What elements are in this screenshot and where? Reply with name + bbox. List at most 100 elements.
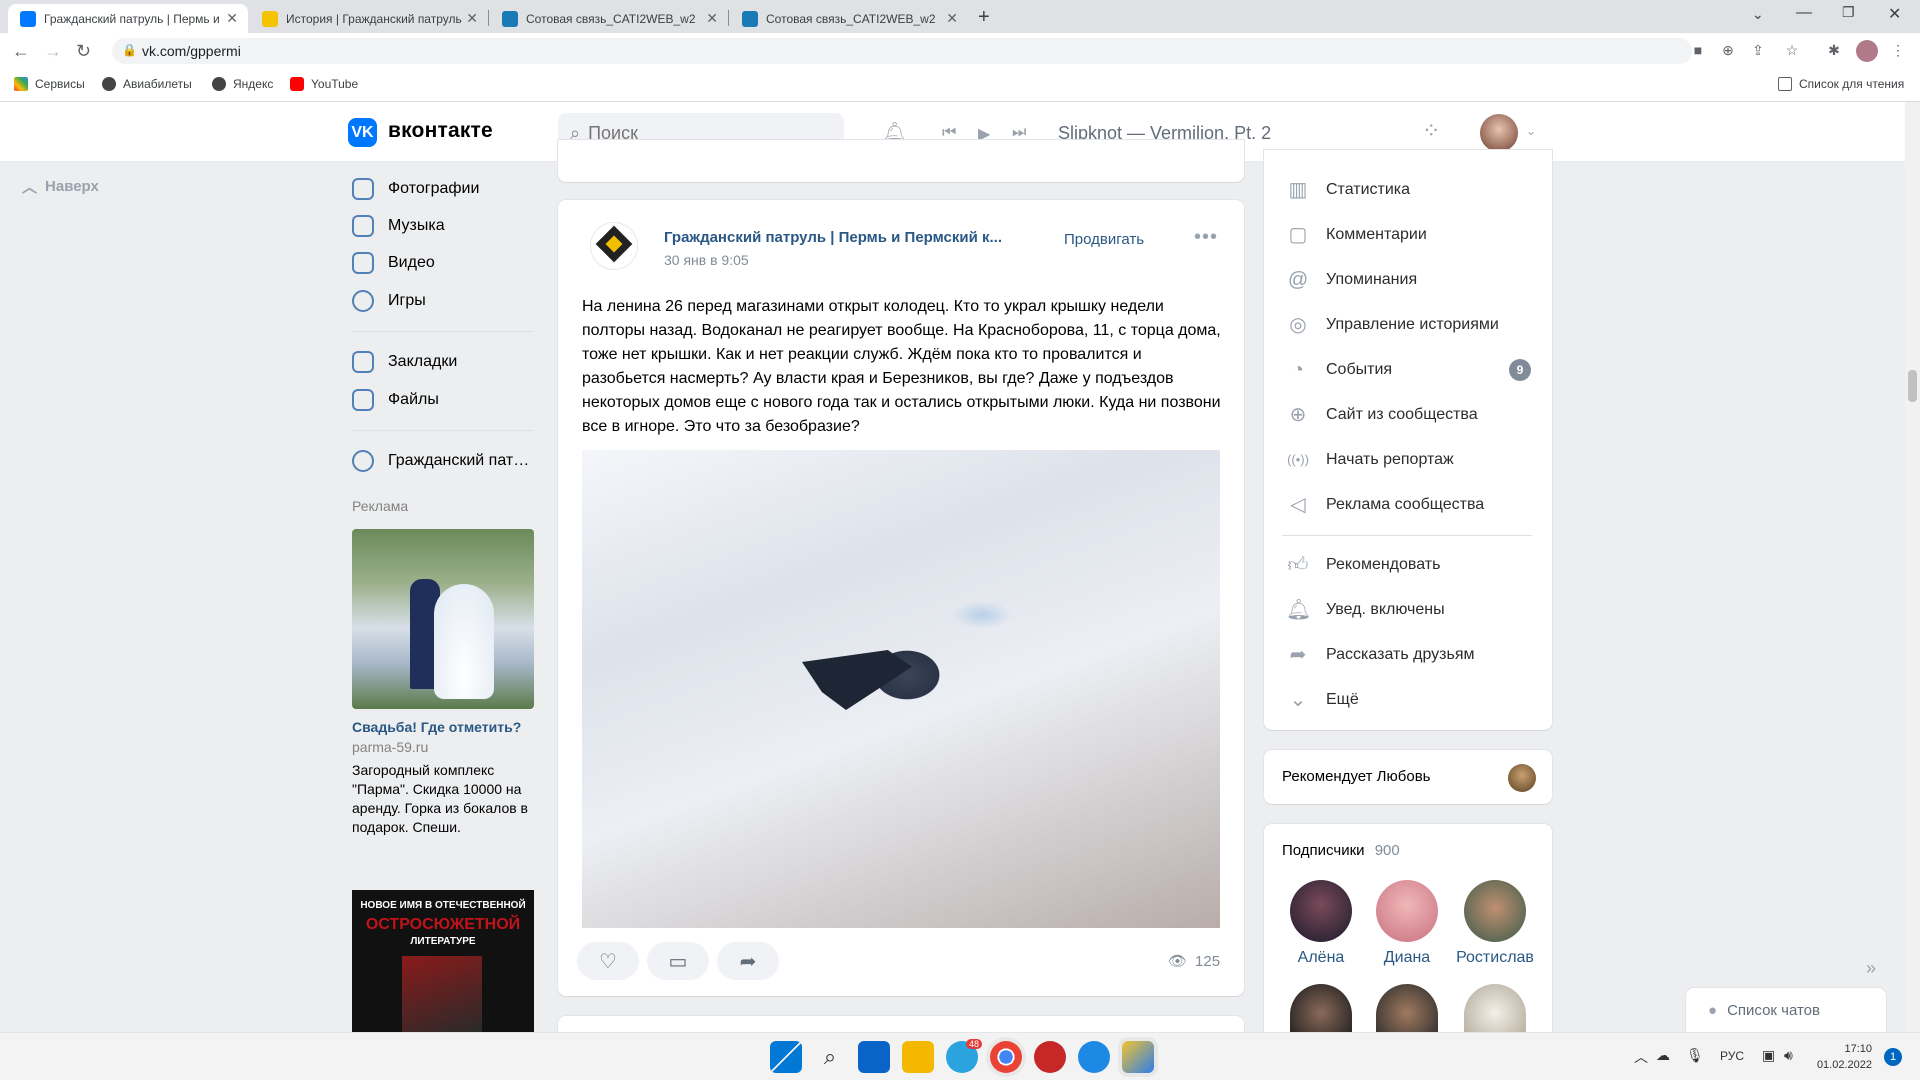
volume-icon[interactable]: 🔊︎	[1784, 1047, 1793, 1064]
recommender-avatar[interactable]	[1508, 764, 1536, 792]
menu-live[interactable]: ((•)) Начать репортаж	[1286, 448, 1454, 472]
subscriber-avatar[interactable]	[1464, 880, 1526, 942]
ad-title-link[interactable]: Свадьба! Где отметить?	[352, 719, 521, 735]
globe-icon	[212, 77, 226, 91]
menu-events[interactable]: ◔ События	[1286, 358, 1392, 382]
menu-mentions[interactable]: @ Упоминания	[1286, 268, 1417, 292]
subscriber-name[interactable]: Диана	[1367, 949, 1447, 967]
expand-chats-icon[interactable]: »	[1866, 958, 1876, 979]
bookmark-yandex[interactable]: Яндекс	[212, 77, 273, 91]
tab-vk-group[interactable]: Гражданский патруль | Пермь и ✕	[8, 4, 248, 33]
reload-button[interactable]: ↻	[76, 41, 91, 62]
extensions-icon[interactable]: ✱	[1826, 42, 1842, 58]
search-icon[interactable]: ⌕	[814, 1041, 846, 1073]
promote-button[interactable]: Продвигать	[1064, 231, 1144, 248]
like-button[interactable]: ♡	[577, 942, 639, 980]
back-button[interactable]: ←	[12, 41, 30, 62]
window-close-button[interactable]: ✕	[1888, 4, 1901, 24]
menu-dots-icon[interactable]: ⋮	[1890, 42, 1906, 58]
bookmark-services[interactable]: Сервисы	[14, 77, 85, 91]
zoom-icon[interactable]: ⊕	[1720, 42, 1736, 58]
comment-button[interactable]: ▭	[647, 942, 709, 980]
close-icon[interactable]: ✕	[466, 10, 478, 27]
minimize-button[interactable]: —	[1796, 4, 1812, 22]
chrome-icon[interactable]	[990, 1041, 1022, 1073]
more-options-icon[interactable]: •••	[1194, 226, 1218, 249]
ad-book-image[interactable]: НОВОЕ ИМЯ В ОТЕЧЕСТВЕННОЙ ОСТРОСЮЖЕТНОЙ …	[352, 890, 534, 1032]
group-avatar[interactable]	[590, 222, 638, 270]
share-page-icon[interactable]: ⇪	[1750, 42, 1766, 58]
file-explorer-icon[interactable]	[902, 1041, 934, 1073]
open-manhole	[802, 650, 912, 710]
bookmark-flights[interactable]: Авиабилеты	[102, 77, 192, 91]
address-bar[interactable]: 🔒 vk.com/gppermi	[112, 38, 1692, 64]
post-author-link[interactable]: Гражданский патруль | Пермь и Пермский к…	[664, 229, 1002, 246]
recommends-text[interactable]: Рекомендует Любовь	[1282, 768, 1430, 785]
chats-list-button[interactable]: ● Список чатов	[1686, 988, 1886, 1032]
app-icon[interactable]	[1034, 1041, 1066, 1073]
bookmark-youtube[interactable]: YouTube	[290, 77, 358, 91]
close-icon[interactable]: ✕	[946, 10, 958, 27]
menu-group[interactable]: Гражданский пат…	[352, 446, 529, 476]
page-scrollbar[interactable]	[1905, 102, 1920, 1032]
post-photo[interactable]	[582, 450, 1220, 928]
start-icon[interactable]	[770, 1041, 802, 1073]
microphone-icon[interactable]: 🎙︎	[1686, 1047, 1704, 1064]
tab-search-icon[interactable]: ⌄	[1752, 6, 1764, 23]
apps-grid-icon[interactable]: ⁘	[1422, 118, 1440, 144]
menu-video[interactable]: Видео	[352, 248, 435, 278]
menu-ads[interactable]: ◁ Реклама сообщества	[1286, 493, 1484, 517]
chevron-down-icon[interactable]: ⌄	[1526, 124, 1536, 138]
subscriber-name[interactable]: Алёна	[1281, 949, 1361, 967]
menu-games[interactable]: Игры	[352, 286, 426, 316]
menu-site[interactable]: ⊕ Сайт из сообщества	[1286, 403, 1478, 427]
onedrive-icon[interactable]: ☁	[1656, 1047, 1670, 1064]
network-icon[interactable]: ▣	[1762, 1047, 1775, 1064]
subscriber-avatar[interactable]	[1376, 880, 1438, 942]
profile-avatar[interactable]	[1856, 40, 1878, 62]
menu-bookmarks[interactable]: Закладки	[352, 347, 457, 377]
close-icon[interactable]: ✕	[706, 10, 718, 27]
ad-domain[interactable]: parma-59.ru	[352, 739, 428, 755]
tab-survey-2[interactable]: Сотовая связь_CATI2WEB_w2 ✕	[730, 4, 968, 33]
menu-photos[interactable]: Фотографии	[352, 174, 479, 204]
subscriber-avatar[interactable]	[1290, 880, 1352, 942]
close-icon[interactable]: ✕	[226, 10, 238, 27]
skype-icon[interactable]	[1078, 1041, 1110, 1073]
ad-image[interactable]	[352, 529, 534, 709]
menu-recommend[interactable]: 👍︎ Рекомендовать	[1286, 553, 1441, 577]
share-button[interactable]: ➦	[717, 942, 779, 980]
tray-chevron-icon[interactable]: ︿	[1634, 1047, 1648, 1067]
menu-notifications[interactable]: 🔔︎ Увед. включены	[1286, 598, 1445, 622]
menu-music[interactable]: Музыка	[352, 211, 445, 241]
menu-comments[interactable]: ▢ Комментарии	[1286, 223, 1427, 247]
vk-brand-name[interactable]: вконтакте	[388, 119, 493, 143]
menu-files[interactable]: Файлы	[352, 385, 439, 415]
menu-more[interactable]: ⌄ Ещё	[1286, 688, 1359, 712]
scrollbar-thumb[interactable]	[1908, 370, 1917, 402]
mail-icon[interactable]	[858, 1041, 890, 1073]
language-indicator[interactable]: РУС	[1720, 1049, 1744, 1063]
tab-history[interactable]: История | Гражданский патруль ✕	[250, 4, 488, 33]
scroll-top-button[interactable]: ︿ Наверх	[22, 176, 99, 197]
app-icon[interactable]	[1122, 1041, 1154, 1073]
stories-icon: ◎	[1289, 314, 1307, 336]
camera-icon[interactable]: ■	[1690, 42, 1706, 58]
menu-stories[interactable]: ◎ Управление историями	[1286, 313, 1499, 337]
notification-badge[interactable]: 1	[1884, 1048, 1902, 1066]
menu-tell-friends[interactable]: ➦ Рассказать друзьям	[1286, 643, 1475, 667]
subscriber-name[interactable]: Ростислав	[1455, 949, 1535, 967]
star-icon[interactable]: ☆	[1784, 42, 1800, 58]
post-date-link[interactable]: 30 янв в 9:05	[664, 252, 749, 268]
clock[interactable]: 17:10 01.02.2022	[1812, 1041, 1872, 1073]
subscribers-header[interactable]: Подписчики 900	[1282, 842, 1400, 859]
vk-logo-icon[interactable]: VK	[348, 118, 377, 147]
stats-icon: ▥	[1288, 179, 1308, 201]
new-tab-button[interactable]: +	[978, 6, 990, 29]
maximize-button[interactable]: ❐	[1842, 4, 1855, 21]
tab-survey-1[interactable]: Сотовая связь_CATI2WEB_w2 ✕	[490, 4, 728, 33]
reading-list-button[interactable]: Список для чтения	[1778, 77, 1904, 91]
menu-statistics[interactable]: ▥ Статистика	[1286, 178, 1410, 202]
user-avatar[interactable]	[1480, 114, 1518, 152]
forward-button[interactable]: →	[44, 41, 62, 62]
